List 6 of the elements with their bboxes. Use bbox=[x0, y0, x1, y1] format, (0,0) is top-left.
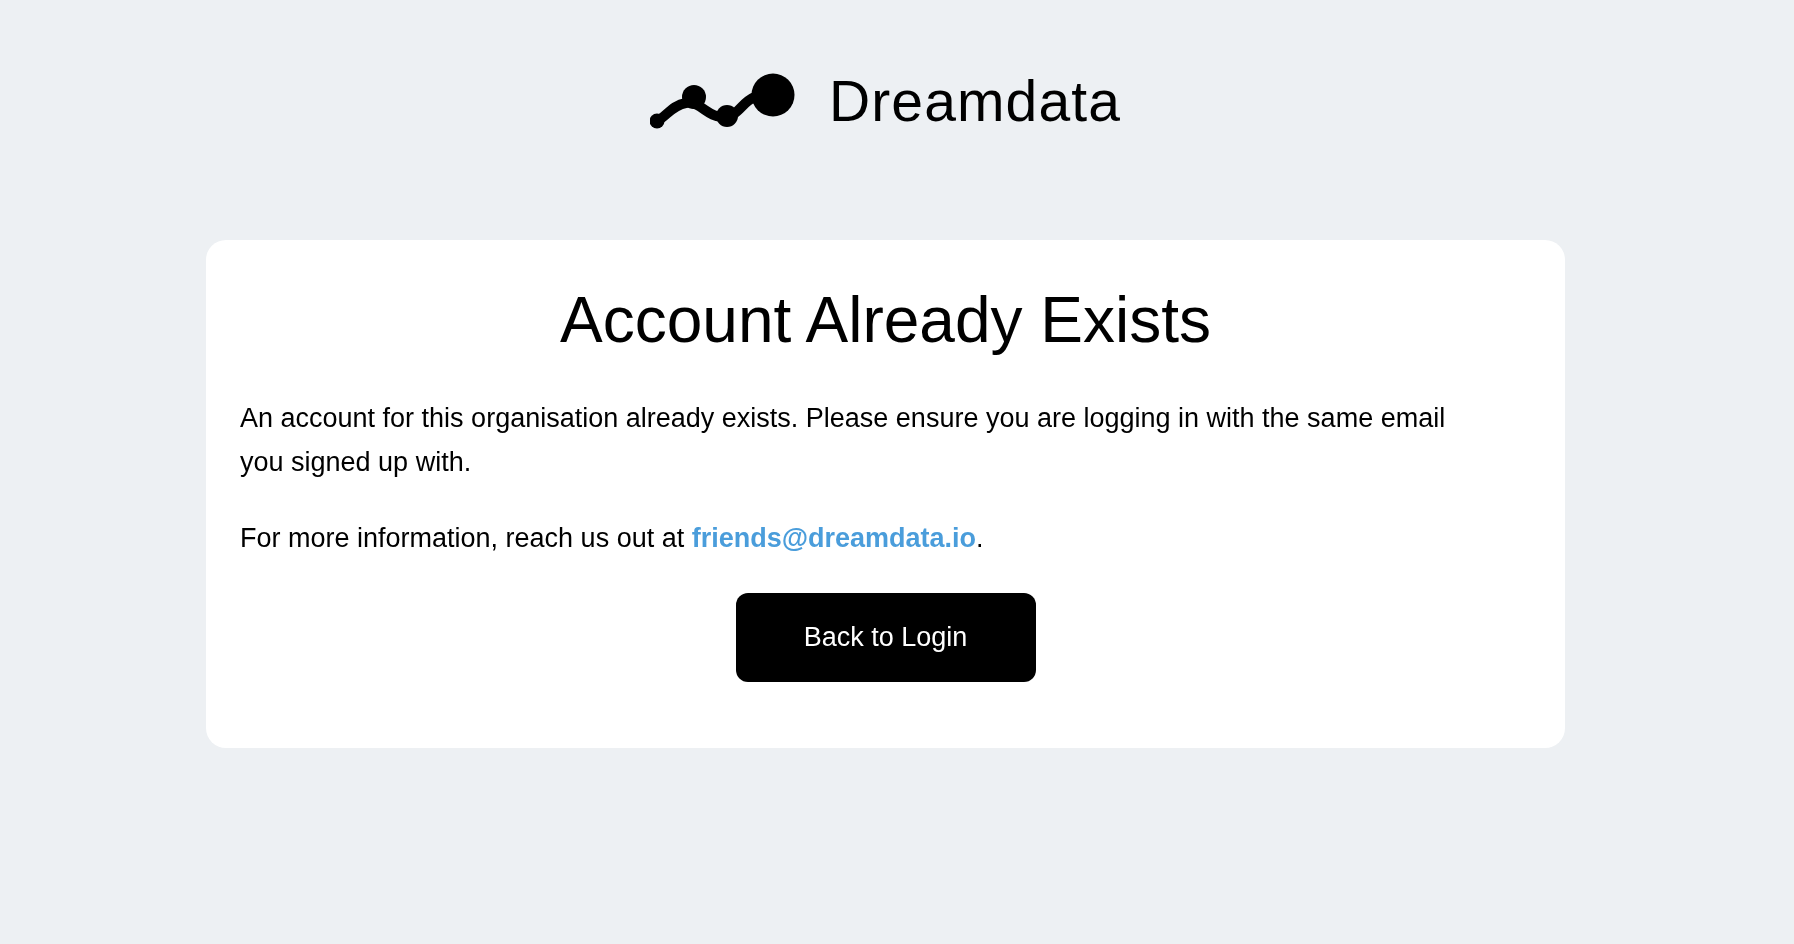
page-title: Account Already Exists bbox=[560, 283, 1211, 358]
message-text: An account for this organisation already exists. Please ensure you are logging in with the same email you signed up with. bbox=[240, 402, 1447, 479]
back-to-login-button[interactable]: Back to Login bbox=[735, 593, 1036, 682]
logo-wordmark: Dreamdata bbox=[828, 72, 1122, 130]
logo-blobs-icon bbox=[649, 73, 795, 129]
contact-text: For more information, reach us out at friends@dreamdata.io. bbox=[240, 522, 985, 555]
